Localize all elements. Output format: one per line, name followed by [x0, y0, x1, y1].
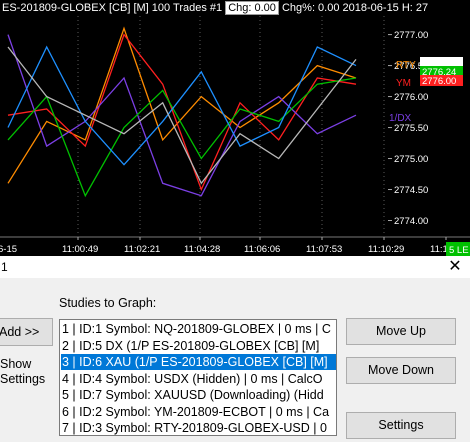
study-list-item[interactable]: 3 | ID:6 XAU (1/P ES-201809-GLOBEX [CB] … — [61, 354, 336, 370]
series-tag: YM — [396, 78, 411, 89]
studies-listbox[interactable]: 1 | ID:1 Symbol: NQ-201809-GLOBEX | 0 ms… — [59, 319, 337, 436]
series-line — [7, 33, 357, 192]
dialog-title: 1 — [1, 260, 8, 274]
move-up-label: Move Up — [375, 324, 427, 338]
price-tick-label: 2775.50 — [394, 123, 428, 134]
study-list-item[interactable]: 1 | ID:1 Symbol: NQ-201809-GLOBEX | 0 ms… — [61, 321, 336, 337]
trade-count: 100 Trades — [151, 2, 207, 14]
corner-badge-label: 5 LE — [449, 245, 469, 256]
time-tick-label: 11:07:53 — [306, 244, 342, 255]
date-label: 6-15 — [0, 244, 17, 255]
price-tick-label: 2774.50 — [394, 185, 428, 196]
move-down-button[interactable]: Move Down — [346, 357, 456, 384]
study-list-item[interactable]: 7 | ID:3 Symbol: RTY-201809-GLOBEX-USD |… — [61, 420, 336, 435]
time-tick-label: 11:06:06 — [244, 244, 280, 255]
time-tick-label: 11:10:29 — [368, 244, 404, 255]
price-tick-label: 2775.00 — [394, 154, 428, 165]
time-tick-label: 11:00:49 — [62, 244, 98, 255]
time-tick-label: 11:02:21 — [124, 244, 160, 255]
close-icon[interactable]: ✕ — [440, 256, 470, 278]
chart-panel[interactable]: 2777.00 2776.50 2776.00 2775.50 2775.00 2774.… — [0, 0, 470, 256]
show-settings-label: Show Settings — [0, 357, 45, 387]
dialog-titlebar[interactable]: 1 ✕ — [0, 256, 470, 278]
series-line — [7, 45, 357, 166]
settings-label: Settings — [378, 418, 424, 432]
price-tick-label: 2777.00 — [394, 30, 428, 41]
chart-number: #1 — [209, 2, 223, 14]
study-list-item[interactable]: 5 | ID:7 Symbol: XAUUSD (Downloading) (H… — [61, 387, 336, 403]
change-percent: Chg%: 0.00 — [281, 2, 340, 14]
show-settings-line1: Show — [0, 357, 32, 371]
move-up-button[interactable]: Move Up — [346, 318, 456, 345]
add-button-label: Add >> — [0, 325, 40, 339]
series-tag: RTY — [396, 60, 416, 71]
studies-dialog: 1 ✕ Add >> Show Settings Studies to Grap… — [0, 256, 470, 442]
study-list-item[interactable]: 4 | ID:4 Symbol: USDX (Hidden) | 0 ms | … — [61, 371, 336, 387]
time-tick-label: 11:04:28 — [184, 244, 220, 255]
study-list-item[interactable]: 6 | ID:2 Symbol: YM-201809-ECBOT | 0 ms … — [61, 404, 336, 420]
price-tick-label: 2776.00 — [394, 92, 428, 103]
price-chart[interactable]: 2777.002776.502776.002775.502775.002774.… — [0, 0, 470, 256]
price-tick-label: 2774.00 — [394, 216, 428, 227]
show-settings-line2: Settings — [0, 372, 46, 386]
chart-symbol: ES-201809-GLOBEX [CB] [M] — [2, 2, 149, 14]
series-line — [7, 34, 357, 197]
series-line — [7, 26, 357, 184]
price-tag-label: 2776.00 — [422, 76, 456, 87]
move-down-label: Move Down — [368, 363, 434, 377]
add-button[interactable]: Add >> — [0, 318, 53, 346]
settings-button[interactable]: Settings — [346, 412, 456, 439]
chart-date: 2018-06-15 H: 27 — [342, 2, 429, 14]
study-list-item[interactable]: 2 | ID:5 DX (1/P ES-201809-GLOBEX [CB] [… — [61, 338, 336, 354]
studies-to-graph-label: Studies to Graph: — [59, 296, 157, 310]
chart-header: ES-201809-GLOBEX [CB] [M] 100 Trades #1 … — [2, 1, 428, 15]
series-line — [7, 46, 357, 185]
series-tag: 1/DX — [389, 113, 412, 124]
change-value: Chg: 0.00 — [225, 1, 279, 15]
